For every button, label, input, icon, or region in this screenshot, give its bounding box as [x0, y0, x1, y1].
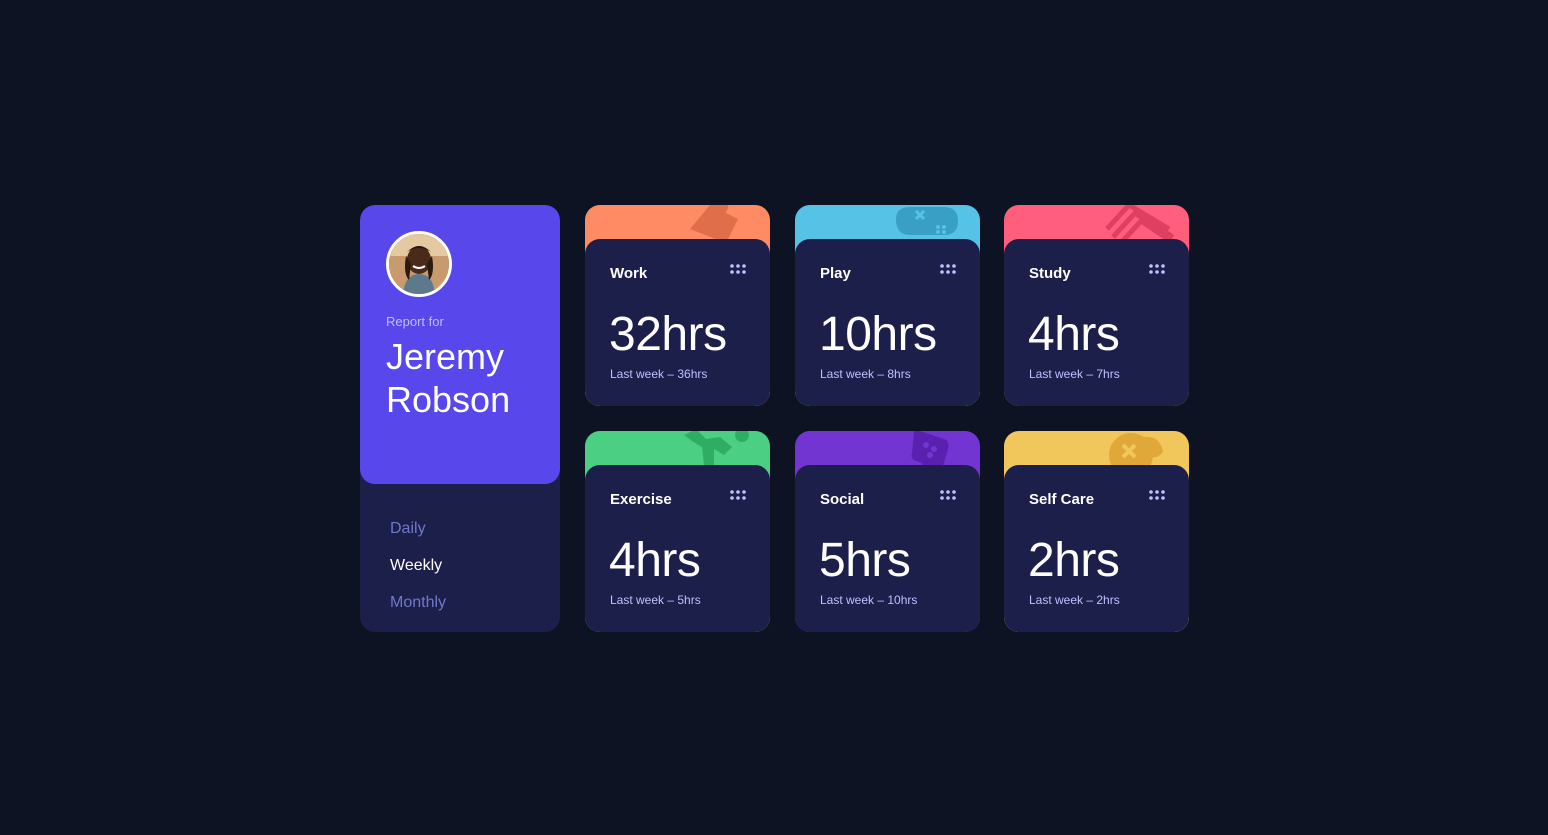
- previous-hours: Last week – 8hrs: [820, 367, 911, 381]
- ellipsis-icon[interactable]: [940, 264, 956, 276]
- activity-title: Study: [1029, 265, 1071, 282]
- activity-card-play: Play 10hrs Last week – 8hrs: [795, 205, 980, 406]
- ellipsis-icon[interactable]: [1149, 490, 1165, 502]
- activity-card-self-care: Self Care 2hrs Last week – 2hrs: [1004, 431, 1189, 632]
- previous-hours: Last week – 5hrs: [610, 593, 701, 607]
- previous-hours: Last week – 2hrs: [1029, 593, 1120, 607]
- current-hours: 32hrs: [609, 308, 727, 361]
- activity-card-study: Study 4hrs Last week – 7hrs: [1004, 205, 1189, 406]
- ellipsis-icon[interactable]: [940, 490, 956, 502]
- activity-body[interactable]: Social 5hrs Last week – 10hrs: [795, 465, 980, 632]
- activity-card-social: Social 5hrs Last week – 10hrs: [795, 431, 980, 632]
- current-hours: 10hrs: [819, 308, 937, 361]
- user-avatar: [386, 231, 452, 297]
- current-hours: 4hrs: [1028, 308, 1120, 361]
- previous-hours: Last week – 7hrs: [1029, 367, 1120, 381]
- activity-title: Work: [610, 265, 648, 282]
- profile-header: Report for Jeremy Robson: [360, 205, 560, 484]
- time-tracking-dashboard: Report for Jeremy Robson Daily Weekly Mo…: [360, 205, 1189, 632]
- current-hours: 2hrs: [1028, 534, 1120, 587]
- activity-body[interactable]: Play 10hrs Last week – 8hrs: [795, 239, 980, 406]
- current-hours: 5hrs: [819, 534, 911, 587]
- period-selector: Daily Weekly Monthly: [390, 510, 446, 621]
- current-hours: 4hrs: [609, 534, 701, 587]
- ellipsis-icon[interactable]: [730, 264, 746, 276]
- ellipsis-icon[interactable]: [730, 490, 746, 502]
- activity-body[interactable]: Self Care 2hrs Last week – 2hrs: [1004, 465, 1189, 632]
- previous-hours: Last week – 10hrs: [820, 593, 918, 607]
- period-weekly[interactable]: Weekly: [390, 547, 446, 584]
- period-daily[interactable]: Daily: [390, 510, 446, 547]
- activity-card-work: Work 32hrs Last week – 36hrs: [585, 205, 770, 406]
- profile-card: Report for Jeremy Robson Daily Weekly Mo…: [360, 205, 560, 632]
- activity-body[interactable]: Study 4hrs Last week – 7hrs: [1004, 239, 1189, 406]
- activity-title: Exercise: [610, 491, 672, 508]
- previous-hours: Last week – 36hrs: [610, 367, 708, 381]
- activity-title: Self Care: [1029, 491, 1095, 508]
- avatar-image: [389, 234, 449, 294]
- activity-title: Social: [820, 491, 865, 508]
- activity-body[interactable]: Exercise 4hrs Last week – 5hrs: [585, 465, 770, 632]
- activity-card-exercise: Exercise 4hrs Last week – 5hrs: [585, 431, 770, 632]
- activity-body[interactable]: Work 32hrs Last week – 36hrs: [585, 239, 770, 406]
- user-name: Jeremy Robson: [386, 336, 511, 420]
- period-monthly[interactable]: Monthly: [390, 584, 446, 621]
- activity-title: Play: [820, 265, 851, 282]
- report-for-label: Report for: [386, 314, 444, 329]
- ellipsis-icon[interactable]: [1149, 264, 1165, 276]
